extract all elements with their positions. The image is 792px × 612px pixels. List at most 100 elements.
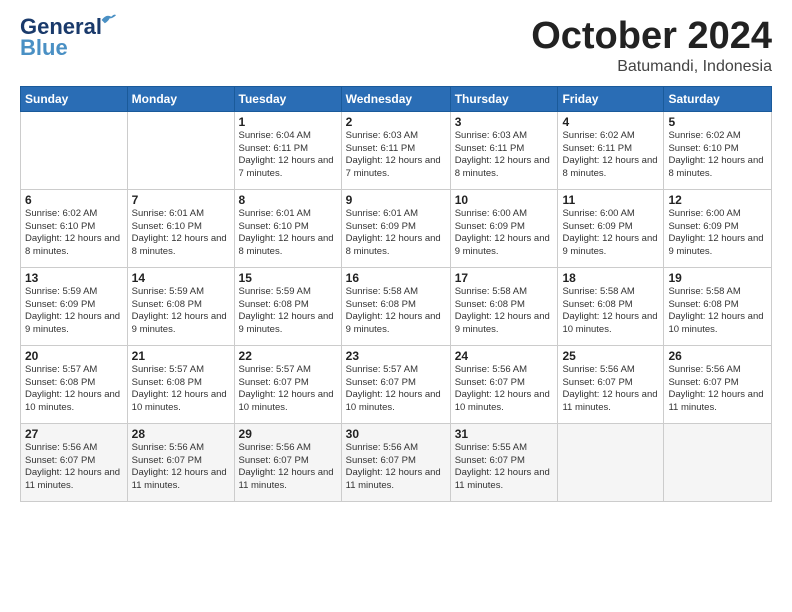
calendar-cell: 3Sunrise: 6:03 AMSunset: 6:11 PMDaylight…	[450, 111, 558, 189]
col-friday: Friday	[558, 86, 664, 111]
calendar-cell: 14Sunrise: 5:59 AMSunset: 6:08 PMDayligh…	[127, 267, 234, 345]
day-number: 4	[562, 115, 659, 129]
daylight-text: Daylight: 12 hours and 11 minutes.	[668, 389, 767, 415]
calendar-cell: 21Sunrise: 5:57 AMSunset: 6:08 PMDayligh…	[127, 345, 234, 423]
header: General Blue October 2024 Batumandi, Ind…	[20, 16, 772, 76]
day-info: Sunrise: 6:03 AMSunset: 6:11 PMDaylight:…	[346, 130, 446, 181]
sunrise-text: Sunrise: 5:56 AM	[562, 364, 659, 377]
daylight-text: Daylight: 12 hours and 10 minutes.	[562, 311, 659, 337]
calendar-cell: 4Sunrise: 6:02 AMSunset: 6:11 PMDaylight…	[558, 111, 664, 189]
day-number: 8	[239, 193, 337, 207]
day-number: 7	[132, 193, 230, 207]
day-info: Sunrise: 5:59 AMSunset: 6:08 PMDaylight:…	[132, 286, 230, 337]
day-number: 10	[455, 193, 554, 207]
sunrise-text: Sunrise: 6:01 AM	[346, 208, 446, 221]
sunrise-text: Sunrise: 5:58 AM	[455, 286, 554, 299]
day-info: Sunrise: 5:58 AMSunset: 6:08 PMDaylight:…	[562, 286, 659, 337]
daylight-text: Daylight: 12 hours and 8 minutes.	[455, 155, 554, 181]
day-info: Sunrise: 6:00 AMSunset: 6:09 PMDaylight:…	[562, 208, 659, 259]
calendar-cell: 22Sunrise: 5:57 AMSunset: 6:07 PMDayligh…	[234, 345, 341, 423]
day-info: Sunrise: 6:02 AMSunset: 6:10 PMDaylight:…	[668, 130, 767, 181]
day-info: Sunrise: 5:55 AMSunset: 6:07 PMDaylight:…	[455, 442, 554, 493]
daylight-text: Daylight: 12 hours and 8 minutes.	[25, 233, 123, 259]
col-wednesday: Wednesday	[341, 86, 450, 111]
day-number: 6	[25, 193, 123, 207]
calendar-cell: 1Sunrise: 6:04 AMSunset: 6:11 PMDaylight…	[234, 111, 341, 189]
daylight-text: Daylight: 12 hours and 10 minutes.	[239, 389, 337, 415]
day-number: 9	[346, 193, 446, 207]
logo-general: General	[20, 14, 102, 39]
page-container: General Blue October 2024 Batumandi, Ind…	[0, 0, 792, 512]
day-number: 21	[132, 349, 230, 363]
daylight-text: Daylight: 12 hours and 8 minutes.	[346, 233, 446, 259]
sunset-text: Sunset: 6:08 PM	[668, 299, 767, 312]
calendar-cell: 23Sunrise: 5:57 AMSunset: 6:07 PMDayligh…	[341, 345, 450, 423]
daylight-text: Daylight: 12 hours and 11 minutes.	[455, 467, 554, 493]
day-info: Sunrise: 6:01 AMSunset: 6:10 PMDaylight:…	[239, 208, 337, 259]
calendar-week-row: 20Sunrise: 5:57 AMSunset: 6:08 PMDayligh…	[21, 345, 772, 423]
day-info: Sunrise: 5:58 AMSunset: 6:08 PMDaylight:…	[455, 286, 554, 337]
day-info: Sunrise: 5:56 AMSunset: 6:07 PMDaylight:…	[455, 364, 554, 415]
daylight-text: Daylight: 12 hours and 9 minutes.	[25, 311, 123, 337]
day-info: Sunrise: 6:01 AMSunset: 6:10 PMDaylight:…	[132, 208, 230, 259]
day-info: Sunrise: 5:58 AMSunset: 6:08 PMDaylight:…	[668, 286, 767, 337]
day-info: Sunrise: 6:00 AMSunset: 6:09 PMDaylight:…	[668, 208, 767, 259]
daylight-text: Daylight: 12 hours and 8 minutes.	[132, 233, 230, 259]
sunset-text: Sunset: 6:10 PM	[239, 221, 337, 234]
sunrise-text: Sunrise: 6:03 AM	[346, 130, 446, 143]
calendar-cell: 31Sunrise: 5:55 AMSunset: 6:07 PMDayligh…	[450, 423, 558, 501]
day-number: 11	[562, 193, 659, 207]
sunrise-text: Sunrise: 6:02 AM	[25, 208, 123, 221]
daylight-text: Daylight: 12 hours and 7 minutes.	[346, 155, 446, 181]
sunset-text: Sunset: 6:11 PM	[346, 143, 446, 156]
sunset-text: Sunset: 6:09 PM	[346, 221, 446, 234]
calendar-cell: 20Sunrise: 5:57 AMSunset: 6:08 PMDayligh…	[21, 345, 128, 423]
calendar-cell: 2Sunrise: 6:03 AMSunset: 6:11 PMDaylight…	[341, 111, 450, 189]
day-info: Sunrise: 6:02 AMSunset: 6:10 PMDaylight:…	[25, 208, 123, 259]
sunrise-text: Sunrise: 6:00 AM	[668, 208, 767, 221]
day-info: Sunrise: 6:01 AMSunset: 6:09 PMDaylight:…	[346, 208, 446, 259]
calendar-week-row: 27Sunrise: 5:56 AMSunset: 6:07 PMDayligh…	[21, 423, 772, 501]
sunset-text: Sunset: 6:08 PM	[455, 299, 554, 312]
day-info: Sunrise: 6:00 AMSunset: 6:09 PMDaylight:…	[455, 208, 554, 259]
sunrise-text: Sunrise: 5:58 AM	[562, 286, 659, 299]
calendar-cell: 30Sunrise: 5:56 AMSunset: 6:07 PMDayligh…	[341, 423, 450, 501]
daylight-text: Daylight: 12 hours and 11 minutes.	[346, 467, 446, 493]
logo: General Blue	[20, 16, 102, 59]
daylight-text: Daylight: 12 hours and 9 minutes.	[668, 233, 767, 259]
daylight-text: Daylight: 12 hours and 7 minutes.	[239, 155, 337, 181]
calendar-cell: 7Sunrise: 6:01 AMSunset: 6:10 PMDaylight…	[127, 189, 234, 267]
sunrise-text: Sunrise: 6:01 AM	[239, 208, 337, 221]
logo-blue: Blue	[20, 37, 68, 59]
sunset-text: Sunset: 6:11 PM	[455, 143, 554, 156]
sunset-text: Sunset: 6:07 PM	[668, 377, 767, 390]
sunset-text: Sunset: 6:07 PM	[455, 455, 554, 468]
sunset-text: Sunset: 6:07 PM	[346, 377, 446, 390]
calendar-header-row: Sunday Monday Tuesday Wednesday Thursday…	[21, 86, 772, 111]
day-number: 27	[25, 427, 123, 441]
day-info: Sunrise: 5:56 AMSunset: 6:07 PMDaylight:…	[562, 364, 659, 415]
calendar-cell: 27Sunrise: 5:56 AMSunset: 6:07 PMDayligh…	[21, 423, 128, 501]
sunset-text: Sunset: 6:07 PM	[239, 455, 337, 468]
calendar-cell: 6Sunrise: 6:02 AMSunset: 6:10 PMDaylight…	[21, 189, 128, 267]
day-number: 30	[346, 427, 446, 441]
daylight-text: Daylight: 12 hours and 10 minutes.	[132, 389, 230, 415]
day-info: Sunrise: 5:57 AMSunset: 6:08 PMDaylight:…	[25, 364, 123, 415]
sunrise-text: Sunrise: 6:04 AM	[239, 130, 337, 143]
sunset-text: Sunset: 6:09 PM	[25, 299, 123, 312]
day-info: Sunrise: 5:57 AMSunset: 6:08 PMDaylight:…	[132, 364, 230, 415]
calendar-cell: 16Sunrise: 5:58 AMSunset: 6:08 PMDayligh…	[341, 267, 450, 345]
day-number: 20	[25, 349, 123, 363]
sunrise-text: Sunrise: 5:59 AM	[239, 286, 337, 299]
daylight-text: Daylight: 12 hours and 10 minutes.	[346, 389, 446, 415]
sunset-text: Sunset: 6:07 PM	[346, 455, 446, 468]
logo-bird-icon	[100, 12, 116, 28]
sunset-text: Sunset: 6:07 PM	[132, 455, 230, 468]
daylight-text: Daylight: 12 hours and 9 minutes.	[562, 233, 659, 259]
sunset-text: Sunset: 6:07 PM	[25, 455, 123, 468]
daylight-text: Daylight: 12 hours and 10 minutes.	[668, 311, 767, 337]
sunrise-text: Sunrise: 6:00 AM	[455, 208, 554, 221]
day-number: 2	[346, 115, 446, 129]
day-number: 1	[239, 115, 337, 129]
sunset-text: Sunset: 6:11 PM	[239, 143, 337, 156]
